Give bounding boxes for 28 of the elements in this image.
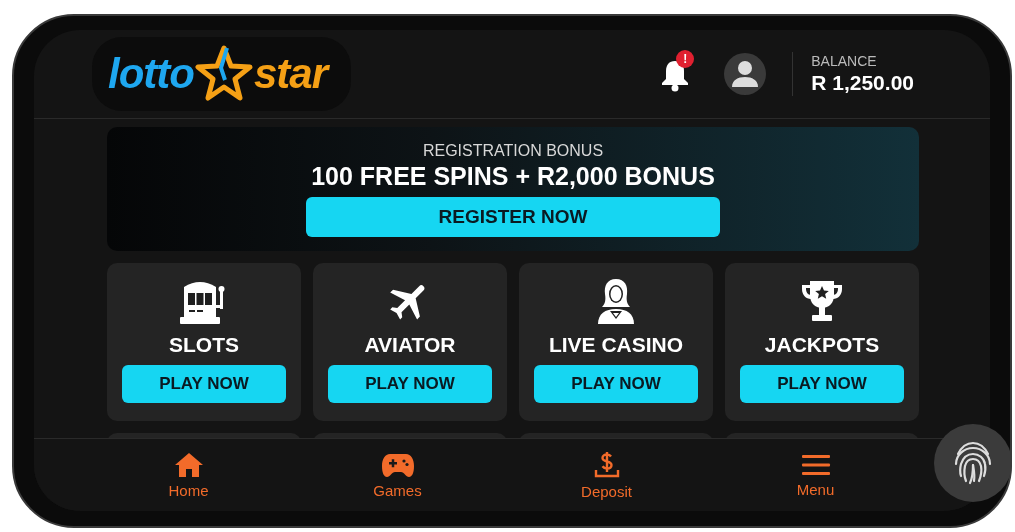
bell-icon[interactable] <box>660 58 691 92</box>
menu-icon <box>800 452 831 477</box>
play-now-button[interactable]: PLAY NOW <box>740 365 904 403</box>
game-title: AVIATOR <box>364 333 456 357</box>
promo-headline: 100 FREE SPINS + R2,000 BONUS <box>311 161 715 191</box>
play-now-button[interactable]: PLAY NOW <box>328 365 492 403</box>
user-icon <box>732 60 759 88</box>
game-title: SLOTS <box>169 333 239 357</box>
register-button[interactable]: REGISTER NOW <box>306 196 720 237</box>
balance-label: BALANCE <box>811 53 878 69</box>
game-title: LIVE CASINO <box>548 333 684 357</box>
promo-eyebrow: REGISTRATION BONUS <box>422 141 604 160</box>
nav-item[interactable]: Home <box>84 439 293 511</box>
profile-avatar[interactable] <box>724 53 767 95</box>
star-icon <box>193 45 254 103</box>
nav-item[interactable]: Deposit <box>502 439 711 511</box>
lottostar-logo[interactable]: lotto star <box>92 37 351 111</box>
notification-badge: ! <box>676 50 695 68</box>
play-now-button[interactable]: PLAY NOW <box>122 365 286 403</box>
play-now-button[interactable]: PLAY NOW <box>534 365 698 403</box>
gamepad-icon <box>380 451 415 478</box>
balance-amount: R 1,250.00 <box>811 71 914 95</box>
home-icon <box>173 451 204 478</box>
nav-item[interactable]: Games <box>293 439 502 511</box>
dollar-deposit-icon <box>592 450 621 479</box>
nav-item[interactable]: Menu <box>711 439 920 511</box>
game-title: JACKPOTS <box>764 333 880 357</box>
fingerprint-icon <box>952 440 994 486</box>
